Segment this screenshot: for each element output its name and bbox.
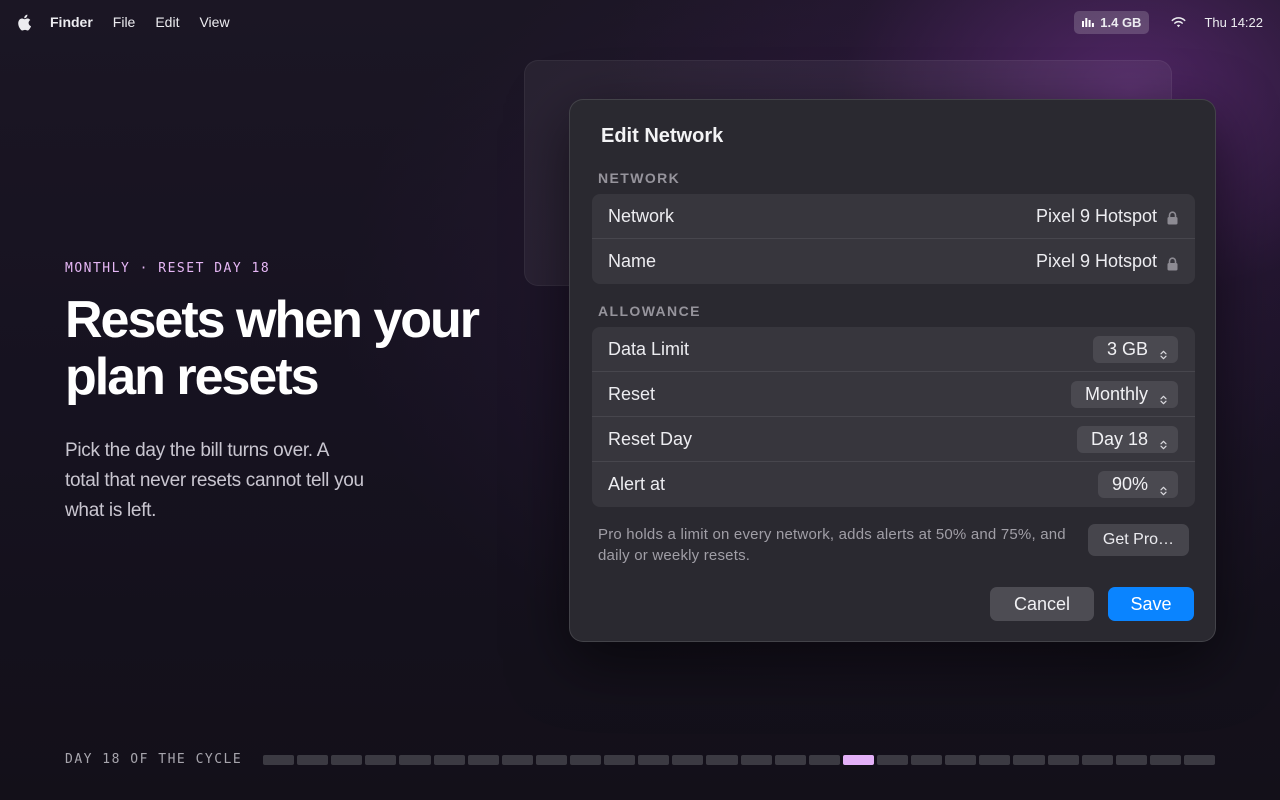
name-row-value: Pixel 9 Hotspot (1036, 251, 1178, 272)
chevron-up-down-icon (1160, 480, 1167, 495)
cycle-segment (535, 755, 567, 765)
alert-at-value: 90% (1111, 474, 1148, 494)
data-limit-value: 3 GB (1106, 338, 1148, 359)
hero-headline: Resets when your plan resets (65, 291, 480, 406)
chevron-up-down-icon (1160, 344, 1167, 360)
data-limit-label: Data Limit (608, 338, 690, 359)
cycle-segment (467, 755, 499, 765)
cycle-segment (263, 755, 295, 765)
wifi-icon[interactable] (1171, 15, 1187, 29)
dialog-title: Edit Network (601, 125, 724, 147)
cycle-progress-track (263, 755, 1216, 765)
menu-file[interactable]: File (113, 14, 136, 30)
cycle-segment (399, 755, 431, 765)
cancel-button[interactable]: Cancel (990, 587, 1094, 621)
menu-bar: Finder File Edit View 1.4 GB Thu 14:22 (0, 0, 1280, 44)
reset-day-popup[interactable]: Day 18 (1076, 425, 1178, 453)
network-group: Network Pixel 9 Hotspot Name Pixel 9 Hot… (592, 194, 1195, 284)
cycle-segment (740, 755, 772, 765)
allowance-section-label: ALLOWANCE (598, 303, 701, 319)
chevron-up-down-icon (1160, 434, 1167, 450)
chevron-up-down-icon (1160, 389, 1167, 405)
alert-at-row: Alert at 90% (592, 462, 1195, 507)
edit-network-dialog: Edit Network NETWORK Network Pixel 9 Hot… (569, 99, 1216, 642)
cycle-segment (604, 755, 636, 765)
cycle-segment (672, 755, 704, 765)
reset-day-row: Reset Day Day 18 (592, 417, 1195, 462)
reset-day-value: Day 18 (1090, 428, 1148, 449)
cycle-segment (297, 755, 329, 765)
allowance-group: Data Limit 3 GB Reset Monthly Reset Day … (592, 327, 1195, 507)
lock-icon (1167, 255, 1178, 270)
bar-chart-icon (1082, 15, 1095, 30)
cycle-segment (365, 755, 397, 765)
cycle-segment (433, 755, 465, 765)
menubar-clock[interactable]: Thu 14:22 (1204, 15, 1263, 30)
cycle-segment (569, 755, 602, 765)
pro-upsell-note: Pro holds a limit on every network, adds… (598, 526, 1066, 564)
data-limit-popup[interactable]: 3 GB (1092, 335, 1178, 363)
network-row-label: Network (608, 205, 675, 226)
reset-label: Reset (608, 383, 656, 404)
menu-view[interactable]: View (199, 14, 229, 30)
cycle-segment (876, 755, 909, 765)
data-usage-value: 1.4 GB (1100, 14, 1142, 30)
data-limit-row: Data Limit 3 GB (592, 327, 1195, 372)
name-row-label: Name (608, 251, 657, 271)
lock-icon (1167, 209, 1178, 225)
cycle-segment (1183, 755, 1216, 765)
cycle-segment (638, 755, 670, 765)
network-row: Network Pixel 9 Hotspot (592, 194, 1195, 239)
cycle-segment (911, 755, 943, 765)
hero-body: Pick the day the bill turns over. A tota… (65, 440, 364, 521)
reset-day-label: Reset Day (608, 428, 693, 449)
name-row: Name Pixel 9 Hotspot (592, 239, 1195, 284)
cycle-segment (1115, 755, 1147, 765)
data-usage-status-item[interactable]: 1.4 GB (1074, 10, 1150, 34)
cycle-segment (945, 755, 977, 765)
hero-eyebrow: MONTHLY · RESET DAY 18 (65, 261, 271, 276)
cycle-segment (1149, 755, 1181, 765)
cycle-segment (808, 755, 840, 765)
alert-at-label: Alert at (608, 474, 666, 494)
cycle-segment (979, 755, 1011, 765)
menu-app-name[interactable]: Finder (50, 14, 93, 30)
cycle-segment (501, 755, 533, 765)
menu-edit[interactable]: Edit (155, 14, 179, 30)
reset-popup[interactable]: Monthly (1070, 380, 1178, 408)
apple-icon[interactable] (17, 13, 33, 31)
cycle-segment (706, 755, 738, 765)
network-row-value: Pixel 9 Hotspot (1036, 206, 1178, 227)
cycle-segment (1081, 755, 1113, 765)
name-value-text: Pixel 9 Hotspot (1035, 251, 1157, 271)
cycle-segment-current (842, 755, 874, 765)
cycle-segment (1047, 755, 1079, 765)
save-button[interactable]: Save (1108, 587, 1194, 621)
network-value-text: Pixel 9 Hotspot (1035, 205, 1157, 226)
alert-at-popup[interactable]: 90% (1097, 471, 1178, 498)
get-pro-button[interactable]: Get Pro… (1088, 524, 1189, 556)
reset-row: Reset Monthly (592, 372, 1195, 417)
reset-value: Monthly (1084, 383, 1148, 404)
cycle-segment (1013, 755, 1045, 765)
cycle-segment (331, 755, 363, 765)
network-section-label: NETWORK (598, 170, 681, 186)
cycle-segment (774, 755, 806, 765)
cycle-label: DAY 18 OF THE CYCLE (65, 752, 243, 767)
